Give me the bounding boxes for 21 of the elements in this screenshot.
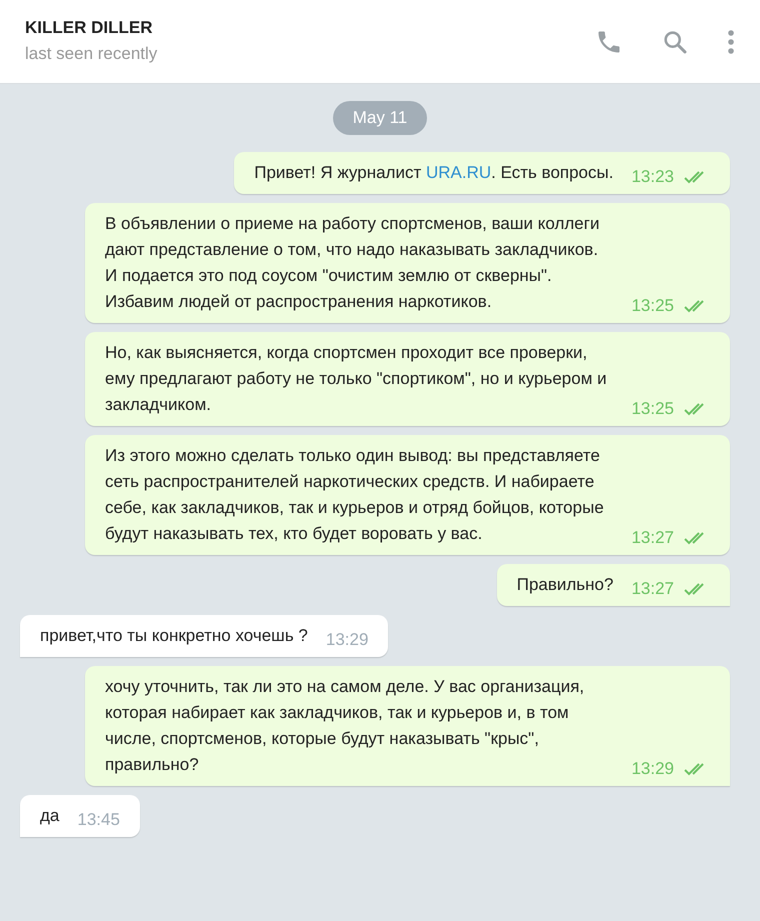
- message-text: Привет! Я журналист URA.RU. Есть вопросы.: [254, 162, 614, 184]
- message-text: В объявлении о приеме на работу спортсменов, ваши коллеги дают представление о том, что надо наказывать закладчиков. И подается это под соусом "очистим землю от скверны". Избавим людей от распространения наркотиков.: [105, 213, 600, 313]
- message-time: 13:29: [631, 758, 674, 780]
- message-text: Из этого можно сделать только один вывод: вы представляете сеть распространителей наркотических средств. И набираете себе, как закладчиков, так и курьеров и отряд бойцов, которые будут наказывать тех, кто будет воровать у вас.: [105, 445, 605, 545]
- message-time: 13:25: [631, 295, 674, 317]
- message-time: 13:45: [77, 809, 120, 831]
- message-time: 13:25: [631, 398, 674, 420]
- message-text: да: [40, 805, 60, 827]
- message-text: привет,что ты конкретно хочешь ?: [40, 625, 308, 647]
- link[interactable]: URA.RU: [426, 163, 492, 182]
- date-badge: May 11: [332, 101, 428, 135]
- message-time: 13:27: [631, 578, 674, 600]
- message-text: Правильно?: [516, 574, 614, 596]
- message-text: хочу уточнить, так ли это на самом деле. У вас организация, которая набирает как закладчиков, так и курьеров и, в том числе, спортсменов, которые будут наказывать "крыс", правильно?: [105, 676, 586, 776]
- message-time: 13:29: [326, 629, 368, 651]
- message-time: 13:23: [631, 166, 674, 188]
- contact-name: KILLER DILLER: [25, 16, 152, 38]
- message-time: 13:27: [631, 527, 674, 549]
- more-menu-icon[interactable]: [727, 28, 735, 54]
- message-text: Но, как выясняется, когда спортсмен проходит все проверки, ему предлагают работу не только "спортиком", но и курьером и закладчиком.: [105, 342, 608, 416]
- last-seen-status: last seen recently: [25, 42, 158, 64]
